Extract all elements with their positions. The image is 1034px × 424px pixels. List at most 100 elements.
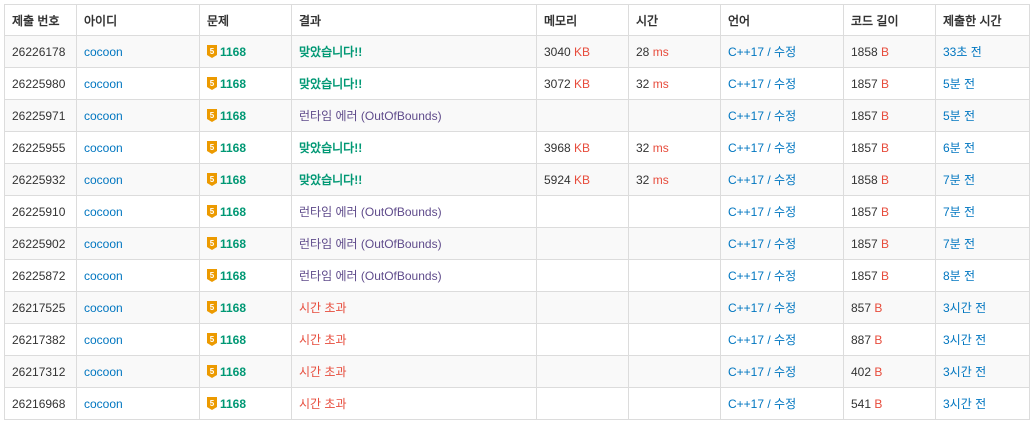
language-link[interactable]: C++17 — [728, 365, 764, 379]
language-link[interactable]: C++17 — [728, 173, 764, 187]
problem-link[interactable]: 1168 — [220, 237, 246, 251]
gold-tier-icon: 5 — [207, 76, 217, 90]
user-id-link[interactable]: cocoon — [84, 269, 123, 283]
submission-id: 26225932 — [4, 163, 77, 196]
time-unit: ms — [652, 44, 669, 59]
user-id-link[interactable]: cocoon — [84, 237, 123, 251]
user-id-link[interactable]: cocoon — [84, 365, 123, 379]
code-length-unit: B — [881, 268, 890, 283]
language-link[interactable]: C++17 — [728, 301, 764, 315]
table-row: 26225932 cocoon 5 1168 맞았습니다!! 5924 KB 32 ms C+… — [4, 163, 1030, 196]
language-link[interactable]: C++17 — [728, 237, 764, 251]
language-link[interactable]: C++17 — [728, 141, 764, 155]
table-row: 26217312 cocoon 5 1168 시간 초과 C++17 / 수정 402 B3… — [4, 355, 1030, 388]
memory-value: 5924 — [544, 172, 571, 187]
submitted-time-link[interactable]: 3시간 전 — [943, 397, 986, 411]
table-row: 26225980 cocoon 5 1168 맞았습니다!! 3072 KB 32 ms C+… — [4, 67, 1030, 100]
user-id-link[interactable]: cocoon — [84, 205, 123, 219]
user-id-link[interactable]: cocoon — [84, 141, 123, 155]
submission-id: 26225872 — [4, 259, 77, 292]
language-link[interactable]: C++17 — [728, 397, 764, 411]
time-unit: ms — [652, 140, 669, 155]
submitted-time-link[interactable]: 3시간 전 — [943, 301, 986, 315]
submitted-time-link[interactable]: 7분 전 — [943, 173, 975, 187]
edit-link[interactable]: 수정 — [774, 333, 796, 347]
edit-link[interactable]: 수정 — [774, 237, 796, 251]
user-id-link[interactable]: cocoon — [84, 45, 123, 59]
language-separator: / — [764, 109, 775, 123]
problem-link[interactable]: 1168 — [220, 141, 246, 155]
edit-link[interactable]: 수정 — [774, 109, 796, 123]
svg-text:5: 5 — [210, 175, 215, 184]
edit-link[interactable]: 수정 — [774, 173, 796, 187]
table-row: 26225955 cocoon 5 1168 맞았습니다!! 3968 KB 32 ms C+… — [4, 131, 1030, 164]
language-link[interactable]: C++17 — [728, 77, 764, 91]
submitted-time-link[interactable]: 3시간 전 — [943, 333, 986, 347]
table-row: 26225971 cocoon 5 1168 런타임 에러 (OutOfBounds) C… — [4, 99, 1030, 132]
time-value: 32 — [636, 140, 650, 155]
language-link[interactable]: C++17 — [728, 333, 764, 347]
problem-link[interactable]: 1168 — [220, 397, 246, 411]
problem-link[interactable]: 1168 — [220, 45, 246, 59]
submitted-time-link[interactable]: 5분 전 — [943, 109, 975, 123]
time-cell — [628, 99, 721, 132]
user-id-link[interactable]: cocoon — [84, 333, 123, 347]
code-length-cell: 887 B — [843, 323, 936, 356]
edit-link[interactable]: 수정 — [774, 397, 796, 411]
edit-link[interactable]: 수정 — [774, 45, 796, 59]
submitted-time-link[interactable]: 6분 전 — [943, 141, 975, 155]
user-id-link[interactable]: cocoon — [84, 77, 123, 91]
submission-id: 26217382 — [4, 323, 77, 356]
user-id-link[interactable]: cocoon — [84, 301, 123, 315]
language-link[interactable]: C++17 — [728, 269, 764, 283]
problem-link[interactable]: 1168 — [220, 269, 246, 283]
language-cell: C++17 / 수정 — [720, 323, 844, 356]
language-separator: / — [764, 45, 775, 59]
code-length-unit: B — [881, 172, 890, 187]
submitted-time-link[interactable]: 33초 전 — [943, 45, 982, 59]
code-length-cell: 402 B — [843, 355, 936, 388]
submitted-time-link[interactable]: 3시간 전 — [943, 365, 986, 379]
submitted-time-link[interactable]: 5분 전 — [943, 77, 975, 91]
table-row: 26217382 cocoon 5 1168 시간 초과 C++17 / 수정 887 B3… — [4, 323, 1030, 356]
user-id-link[interactable]: cocoon — [84, 173, 123, 187]
user-id-link[interactable]: cocoon — [84, 397, 123, 411]
result-text: 시간 초과 — [299, 365, 347, 379]
result-cell: 런타임 에러 (OutOfBounds) — [291, 195, 537, 228]
result-text: 맞았습니다!! — [299, 173, 363, 187]
submitted-time-cell: 33초 전 — [935, 35, 1030, 68]
edit-link[interactable]: 수정 — [774, 365, 796, 379]
col-header-code-length: 코드 길이 — [843, 4, 936, 36]
language-link[interactable]: C++17 — [728, 205, 764, 219]
edit-link[interactable]: 수정 — [774, 269, 796, 283]
problem-link[interactable]: 1168 — [220, 365, 246, 379]
submitted-time-cell: 7분 전 — [935, 163, 1030, 196]
problem-link[interactable]: 1168 — [220, 301, 246, 315]
problem-link[interactable]: 1168 — [220, 173, 246, 187]
gold-tier-icon: 5 — [207, 396, 217, 410]
submitted-time-link[interactable]: 8분 전 — [943, 269, 975, 283]
edit-link[interactable]: 수정 — [774, 77, 796, 91]
gold-tier-icon: 5 — [207, 140, 217, 154]
edit-link[interactable]: 수정 — [774, 141, 796, 155]
problem-link[interactable]: 1168 — [220, 205, 246, 219]
result-text: 시간 초과 — [299, 301, 347, 315]
edit-link[interactable]: 수정 — [774, 205, 796, 219]
svg-text:5: 5 — [210, 239, 215, 248]
language-link[interactable]: C++17 — [728, 109, 764, 123]
memory-value: 3040 — [544, 44, 571, 59]
memory-cell — [536, 195, 629, 228]
code-length-cell: 1858 B — [843, 163, 936, 196]
language-link[interactable]: C++17 — [728, 45, 764, 59]
memory-cell: 3968 KB — [536, 131, 629, 164]
problem-link[interactable]: 1168 — [220, 109, 246, 123]
submitted-time-link[interactable]: 7분 전 — [943, 205, 975, 219]
user-id-link[interactable]: cocoon — [84, 109, 123, 123]
problem-link[interactable]: 1168 — [220, 77, 246, 91]
table-row: 26225872 cocoon 5 1168 런타임 에러 (OutOfBounds) C… — [4, 259, 1030, 292]
code-length-value: 1857 — [851, 76, 878, 91]
problem-link[interactable]: 1168 — [220, 333, 246, 347]
edit-link[interactable]: 수정 — [774, 301, 796, 315]
submitted-time-link[interactable]: 7분 전 — [943, 237, 975, 251]
result-cell: 맞았습니다!! — [291, 67, 537, 100]
